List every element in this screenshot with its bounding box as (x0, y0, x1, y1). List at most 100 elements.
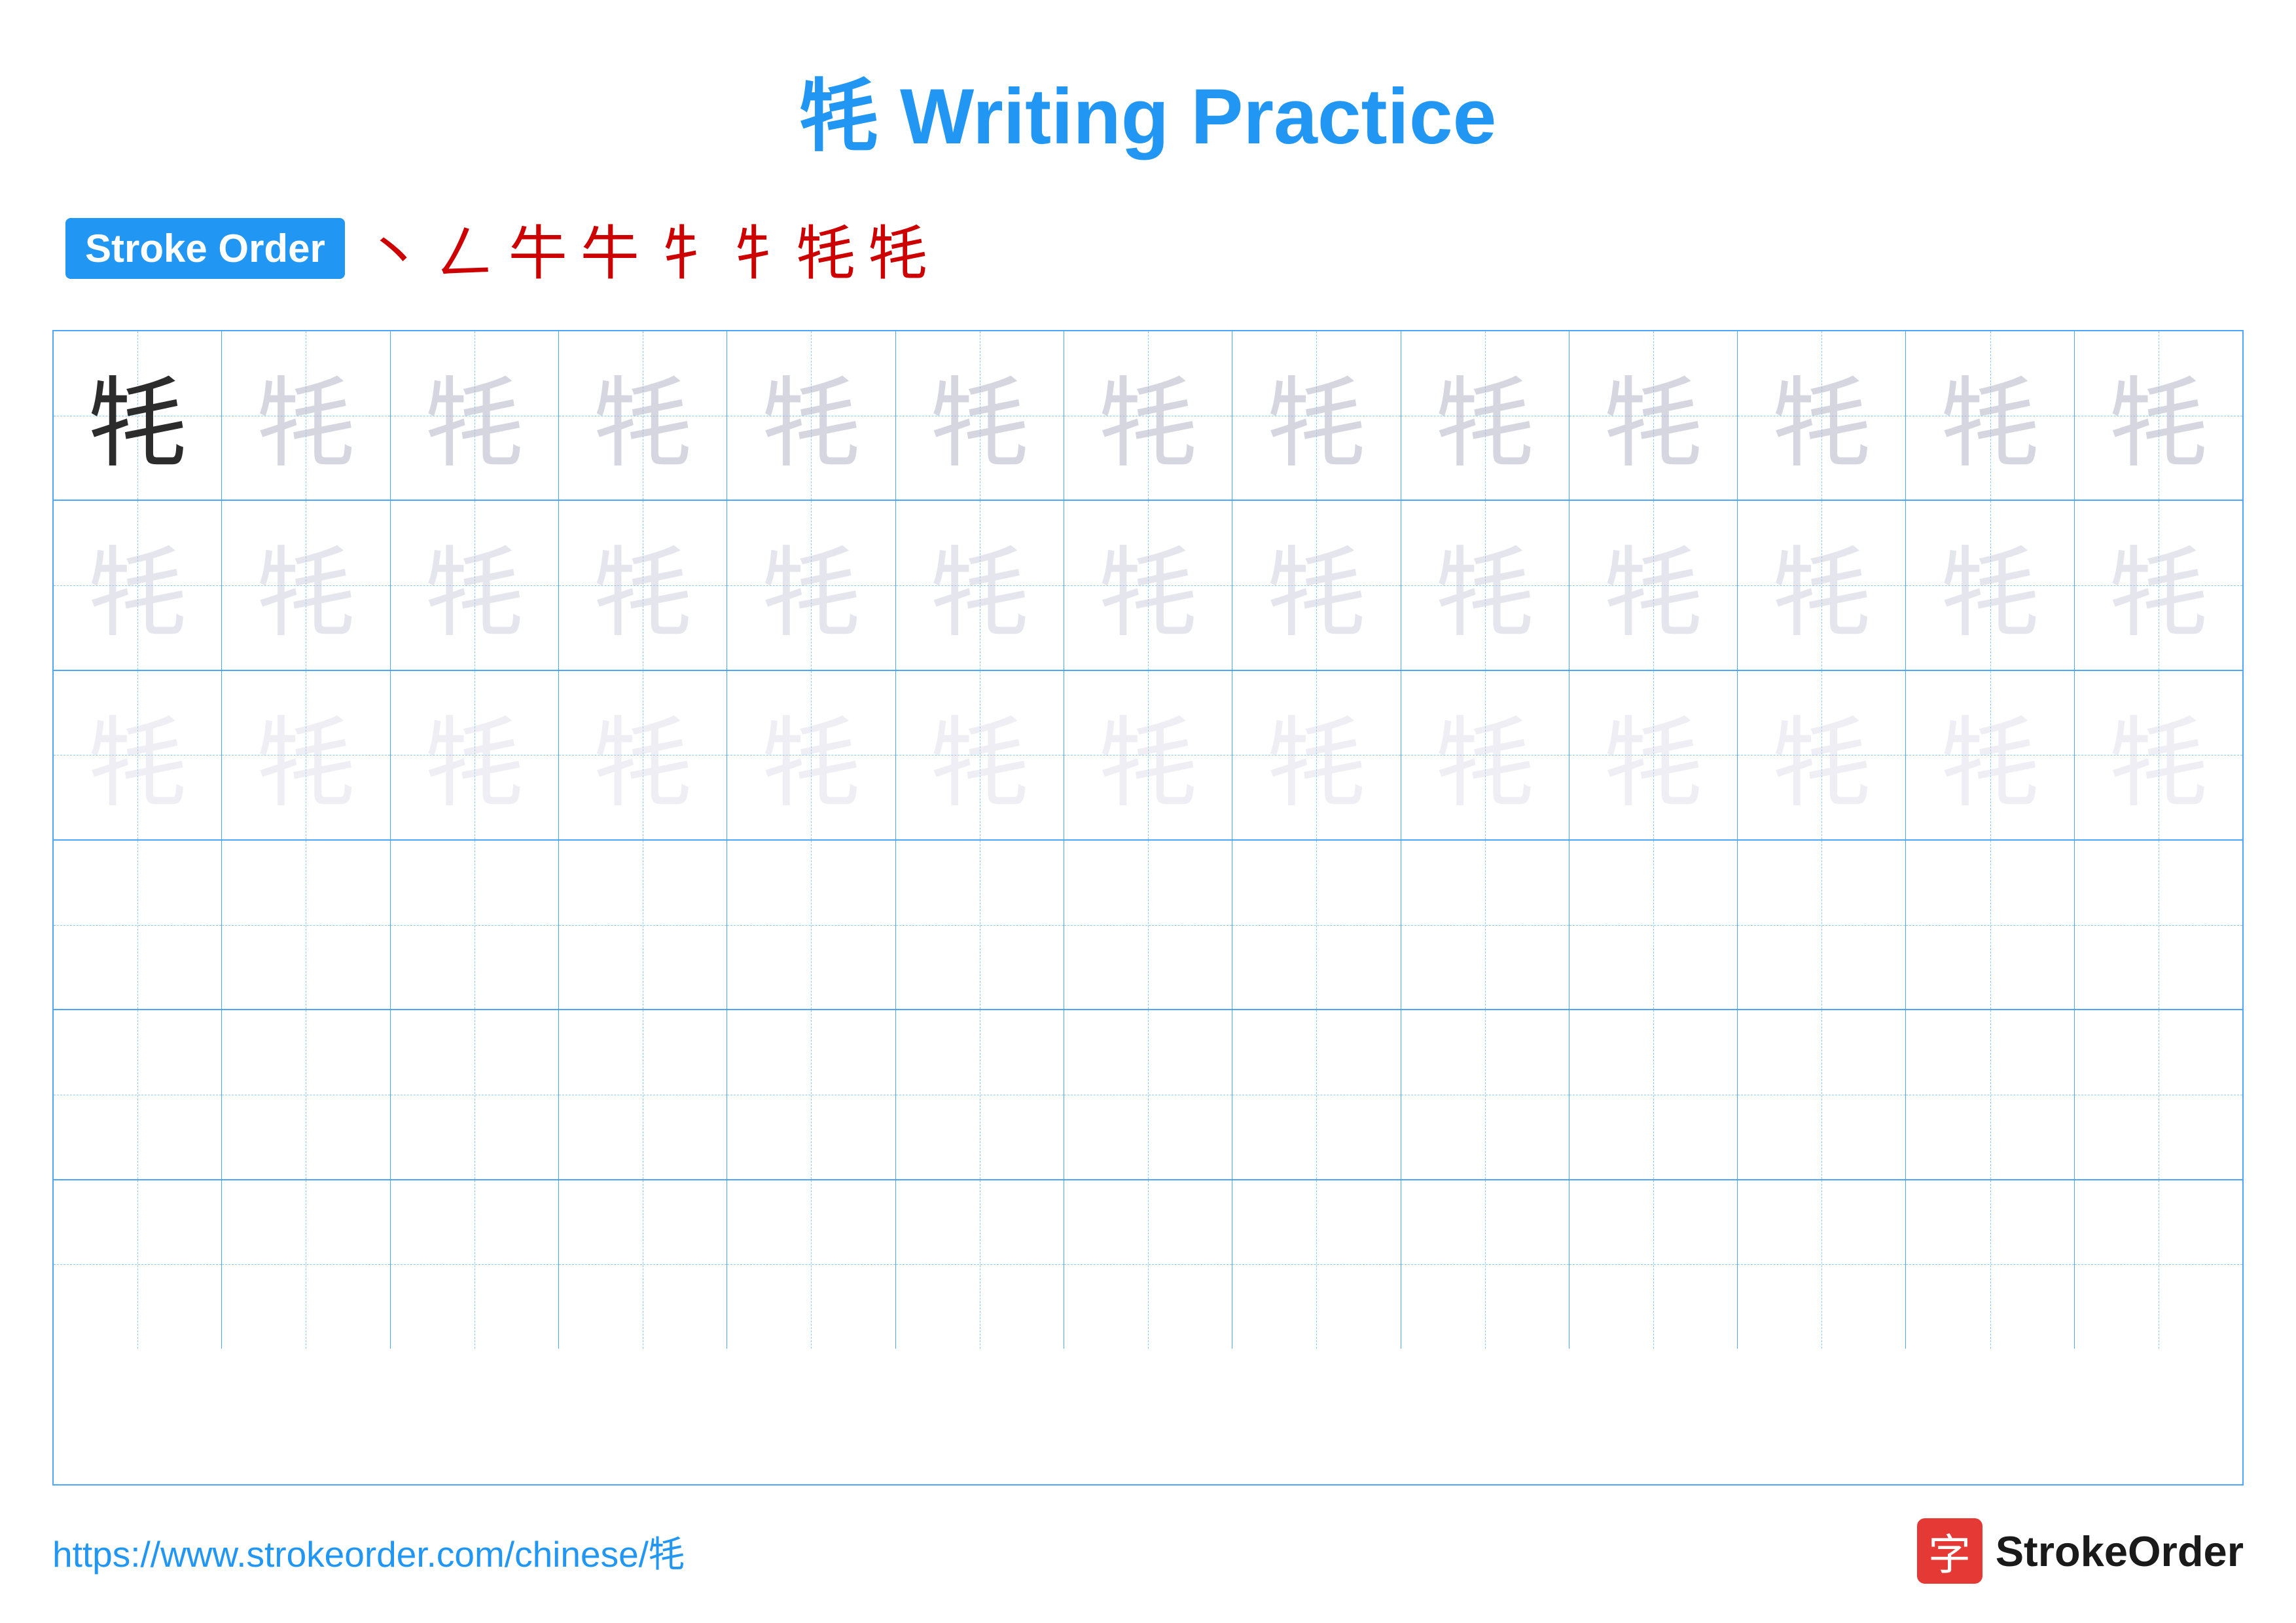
char-light: 牦 (1604, 684, 1702, 826)
grid-cell-3-3[interactable]: 牦 (391, 671, 559, 839)
grid-cell-6-1[interactable] (54, 1180, 222, 1349)
char-light: 牦 (425, 684, 524, 826)
grid-cell-5-3[interactable] (391, 1010, 559, 1178)
grid-cell-1-11[interactable]: 牦 (1738, 331, 1906, 500)
grid-cell-4-3[interactable] (391, 841, 559, 1009)
grid-cell-4-8[interactable] (1232, 841, 1401, 1009)
grid-row-1: 牦 牦 牦 牦 牦 牦 牦 牦 牦 牦 牦 牦 牦 (54, 331, 2242, 501)
grid-cell-6-3[interactable] (391, 1180, 559, 1349)
grid-cell-6-11[interactable] (1738, 1180, 1906, 1349)
grid-cell-4-9[interactable] (1401, 841, 1570, 1009)
grid-cell-5-4[interactable] (559, 1010, 727, 1178)
grid-cell-1-12[interactable]: 牦 (1906, 331, 2074, 500)
grid-cell-2-11[interactable]: 牦 (1738, 501, 1906, 669)
grid-cell-2-10[interactable]: 牦 (1570, 501, 1738, 669)
grid-cell-2-8[interactable]: 牦 (1232, 501, 1401, 669)
grid-cell-4-2[interactable] (222, 841, 390, 1009)
grid-cell-6-10[interactable] (1570, 1180, 1738, 1349)
grid-cell-1-7[interactable]: 牦 (1064, 331, 1232, 500)
grid-cell-3-5[interactable]: 牦 (727, 671, 895, 839)
grid-cell-4-11[interactable] (1738, 841, 1906, 1009)
grid-cell-3-11[interactable]: 牦 (1738, 671, 1906, 839)
char-light: 牦 (1267, 344, 1365, 486)
grid-cell-5-5[interactable] (727, 1010, 895, 1178)
grid-cell-1-4[interactable]: 牦 (559, 331, 727, 500)
grid-cell-4-5[interactable] (727, 841, 895, 1009)
grid-row-3: 牦 牦 牦 牦 牦 牦 牦 牦 牦 牦 牦 牦 牦 (54, 671, 2242, 841)
grid-cell-2-5[interactable]: 牦 (727, 501, 895, 669)
grid-cell-1-13[interactable]: 牦 (2075, 331, 2242, 500)
grid-cell-6-5[interactable] (727, 1180, 895, 1349)
grid-cell-6-8[interactable] (1232, 1180, 1401, 1349)
grid-cell-1-2[interactable]: 牦 (222, 331, 390, 500)
grid-cell-3-8[interactable]: 牦 (1232, 671, 1401, 839)
grid-cell-3-2[interactable]: 牦 (222, 671, 390, 839)
grid-cell-5-9[interactable] (1401, 1010, 1570, 1178)
grid-cell-3-13[interactable]: 牦 (2075, 671, 2242, 839)
char-dark: 牦 (88, 344, 187, 486)
grid-cell-6-12[interactable] (1906, 1180, 2074, 1349)
grid-cell-5-2[interactable] (222, 1010, 390, 1178)
grid-cell-3-7[interactable]: 牦 (1064, 671, 1232, 839)
char-light: 牦 (88, 684, 187, 826)
grid-cell-1-10[interactable]: 牦 (1570, 331, 1738, 500)
grid-cell-6-7[interactable] (1064, 1180, 1232, 1349)
grid-cell-1-3[interactable]: 牦 (391, 331, 559, 500)
grid-cell-4-10[interactable] (1570, 841, 1738, 1009)
grid-cell-2-12[interactable]: 牦 (1906, 501, 2074, 669)
grid-cell-3-6[interactable]: 牦 (896, 671, 1064, 839)
grid-cell-6-9[interactable] (1401, 1180, 1570, 1349)
grid-cell-6-2[interactable] (222, 1180, 390, 1349)
grid-cell-2-9[interactable]: 牦 (1401, 501, 1570, 669)
grid-cell-5-12[interactable] (1906, 1010, 2074, 1178)
grid-cell-3-9[interactable]: 牦 (1401, 671, 1570, 839)
grid-cell-6-6[interactable] (896, 1180, 1064, 1349)
grid-cell-5-10[interactable] (1570, 1010, 1738, 1178)
char-light: 牦 (1941, 684, 2039, 826)
char-light: 牦 (1436, 514, 1534, 656)
grid-cell-1-8[interactable]: 牦 (1232, 331, 1401, 500)
grid-cell-1-9[interactable]: 牦 (1401, 331, 1570, 500)
grid-cell-5-6[interactable] (896, 1010, 1064, 1178)
grid-cell-5-11[interactable] (1738, 1010, 1906, 1178)
grid-cell-1-1[interactable]: 牦 (54, 331, 222, 500)
grid-cell-2-3[interactable]: 牦 (391, 501, 559, 669)
grid-cell-2-7[interactable]: 牦 (1064, 501, 1232, 669)
grid-cell-3-1[interactable]: 牦 (54, 671, 222, 839)
grid-cell-4-12[interactable] (1906, 841, 2074, 1009)
grid-row-4 (54, 841, 2242, 1010)
grid-cell-5-8[interactable] (1232, 1010, 1401, 1178)
grid-cell-4-7[interactable] (1064, 841, 1232, 1009)
grid-cell-2-6[interactable]: 牦 (896, 501, 1064, 669)
logo-text: StrokeOrder (1996, 1527, 2244, 1576)
grid-cell-5-7[interactable] (1064, 1010, 1232, 1178)
grid-cell-4-13[interactable] (2075, 841, 2242, 1009)
grid-cell-3-10[interactable]: 牦 (1570, 671, 1738, 839)
stroke-step-8: 牦 (869, 206, 927, 291)
char-light: 牦 (1772, 344, 1871, 486)
grid-cell-2-2[interactable]: 牦 (222, 501, 390, 669)
grid-cell-3-12[interactable]: 牦 (1906, 671, 2074, 839)
grid-cell-1-6[interactable]: 牦 (896, 331, 1064, 500)
char-light: 牦 (1772, 684, 1871, 826)
grid-cell-6-13[interactable] (2075, 1180, 2242, 1349)
grid-cell-2-4[interactable]: 牦 (559, 501, 727, 669)
grid-cell-3-4[interactable]: 牦 (559, 671, 727, 839)
char-light: 牦 (425, 514, 524, 656)
char-light: 牦 (257, 344, 355, 486)
stroke-steps: 丶 𠃋 牛 牛 牜 牜 牦 牦 (365, 206, 927, 291)
char-light: 牦 (931, 344, 1029, 486)
grid-cell-4-1[interactable] (54, 841, 222, 1009)
grid-cell-6-4[interactable] (559, 1180, 727, 1349)
stroke-step-5: 牜 (653, 206, 711, 291)
char-light: 牦 (1099, 684, 1197, 826)
grid-cell-2-1[interactable]: 牦 (54, 501, 222, 669)
grid-cell-4-6[interactable] (896, 841, 1064, 1009)
grid-cell-5-1[interactable] (54, 1010, 222, 1178)
grid-cell-4-4[interactable] (559, 841, 727, 1009)
grid-cell-5-13[interactable] (2075, 1010, 2242, 1178)
grid-cell-2-13[interactable]: 牦 (2075, 501, 2242, 669)
grid-cell-1-5[interactable]: 牦 (727, 331, 895, 500)
char-light: 牦 (1941, 514, 2039, 656)
char-light: 牦 (1099, 514, 1197, 656)
